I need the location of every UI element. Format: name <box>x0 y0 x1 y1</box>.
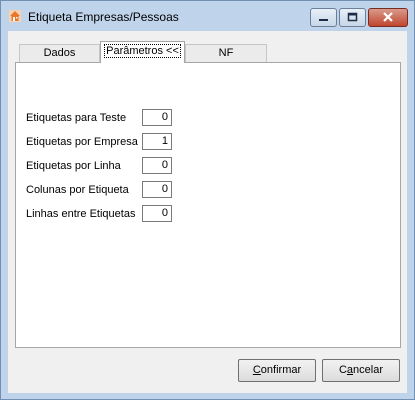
close-button[interactable] <box>368 8 408 27</box>
label-etiquetas-para-teste: Etiquetas para Teste <box>26 112 127 124</box>
close-icon <box>383 12 393 22</box>
input-etiquetas-para-teste[interactable]: 0 <box>142 109 172 126</box>
parametros-panel: Etiquetas para Teste 0 Etiquetas por Emp… <box>15 62 401 348</box>
minimize-icon <box>319 19 328 21</box>
maximize-button[interactable] <box>339 8 366 27</box>
input-linhas-entre-etiquetas[interactable]: 0 <box>142 205 172 222</box>
maximize-icon <box>347 12 358 22</box>
confirmar-label: onfirmar <box>260 364 302 376</box>
app-house-icon <box>9 10 21 22</box>
tab-dados[interactable]: Dados <box>19 44 100 63</box>
cancelar-label-end: ncelar <box>353 364 384 376</box>
label-etiquetas-por-linha: Etiquetas por Linha <box>26 160 121 172</box>
confirmar-mnemonic: C <box>252 364 261 376</box>
cancelar-button[interactable]: Cancelar <box>322 359 400 382</box>
title-bar[interactable]: Etiqueta Empresas/Pessoas <box>1 1 414 31</box>
tab-nf-label: NF <box>218 47 234 59</box>
label-linhas-entre-etiquetas: Linhas entre Etiquetas <box>26 208 136 220</box>
input-colunas-por-etiqueta[interactable]: 0 <box>142 181 172 198</box>
dialog-client-area: Dados Parâmetros << NF Etiquetas para Te… <box>8 31 407 393</box>
label-etiquetas-por-empresa: Etiquetas por Empresa <box>26 136 138 148</box>
input-etiquetas-por-empresa[interactable]: 1 <box>142 133 172 150</box>
tab-parametros-label: Parâmetros << <box>104 44 181 58</box>
tab-parametros[interactable]: Parâmetros << <box>100 41 185 63</box>
minimize-button[interactable] <box>310 8 337 27</box>
tab-nf[interactable]: NF <box>185 44 267 63</box>
tab-dados-label: Dados <box>43 47 76 59</box>
input-etiquetas-por-linha[interactable]: 0 <box>142 157 172 174</box>
dialog-window: Etiqueta Empresas/Pessoas Dados Parâmetr… <box>0 0 415 400</box>
cancelar-label-start: C <box>338 364 347 376</box>
window-title: Etiqueta Empresas/Pessoas <box>28 10 179 24</box>
confirmar-button[interactable]: Confirmar <box>238 359 316 382</box>
label-colunas-por-etiqueta: Colunas por Etiqueta <box>26 184 129 196</box>
